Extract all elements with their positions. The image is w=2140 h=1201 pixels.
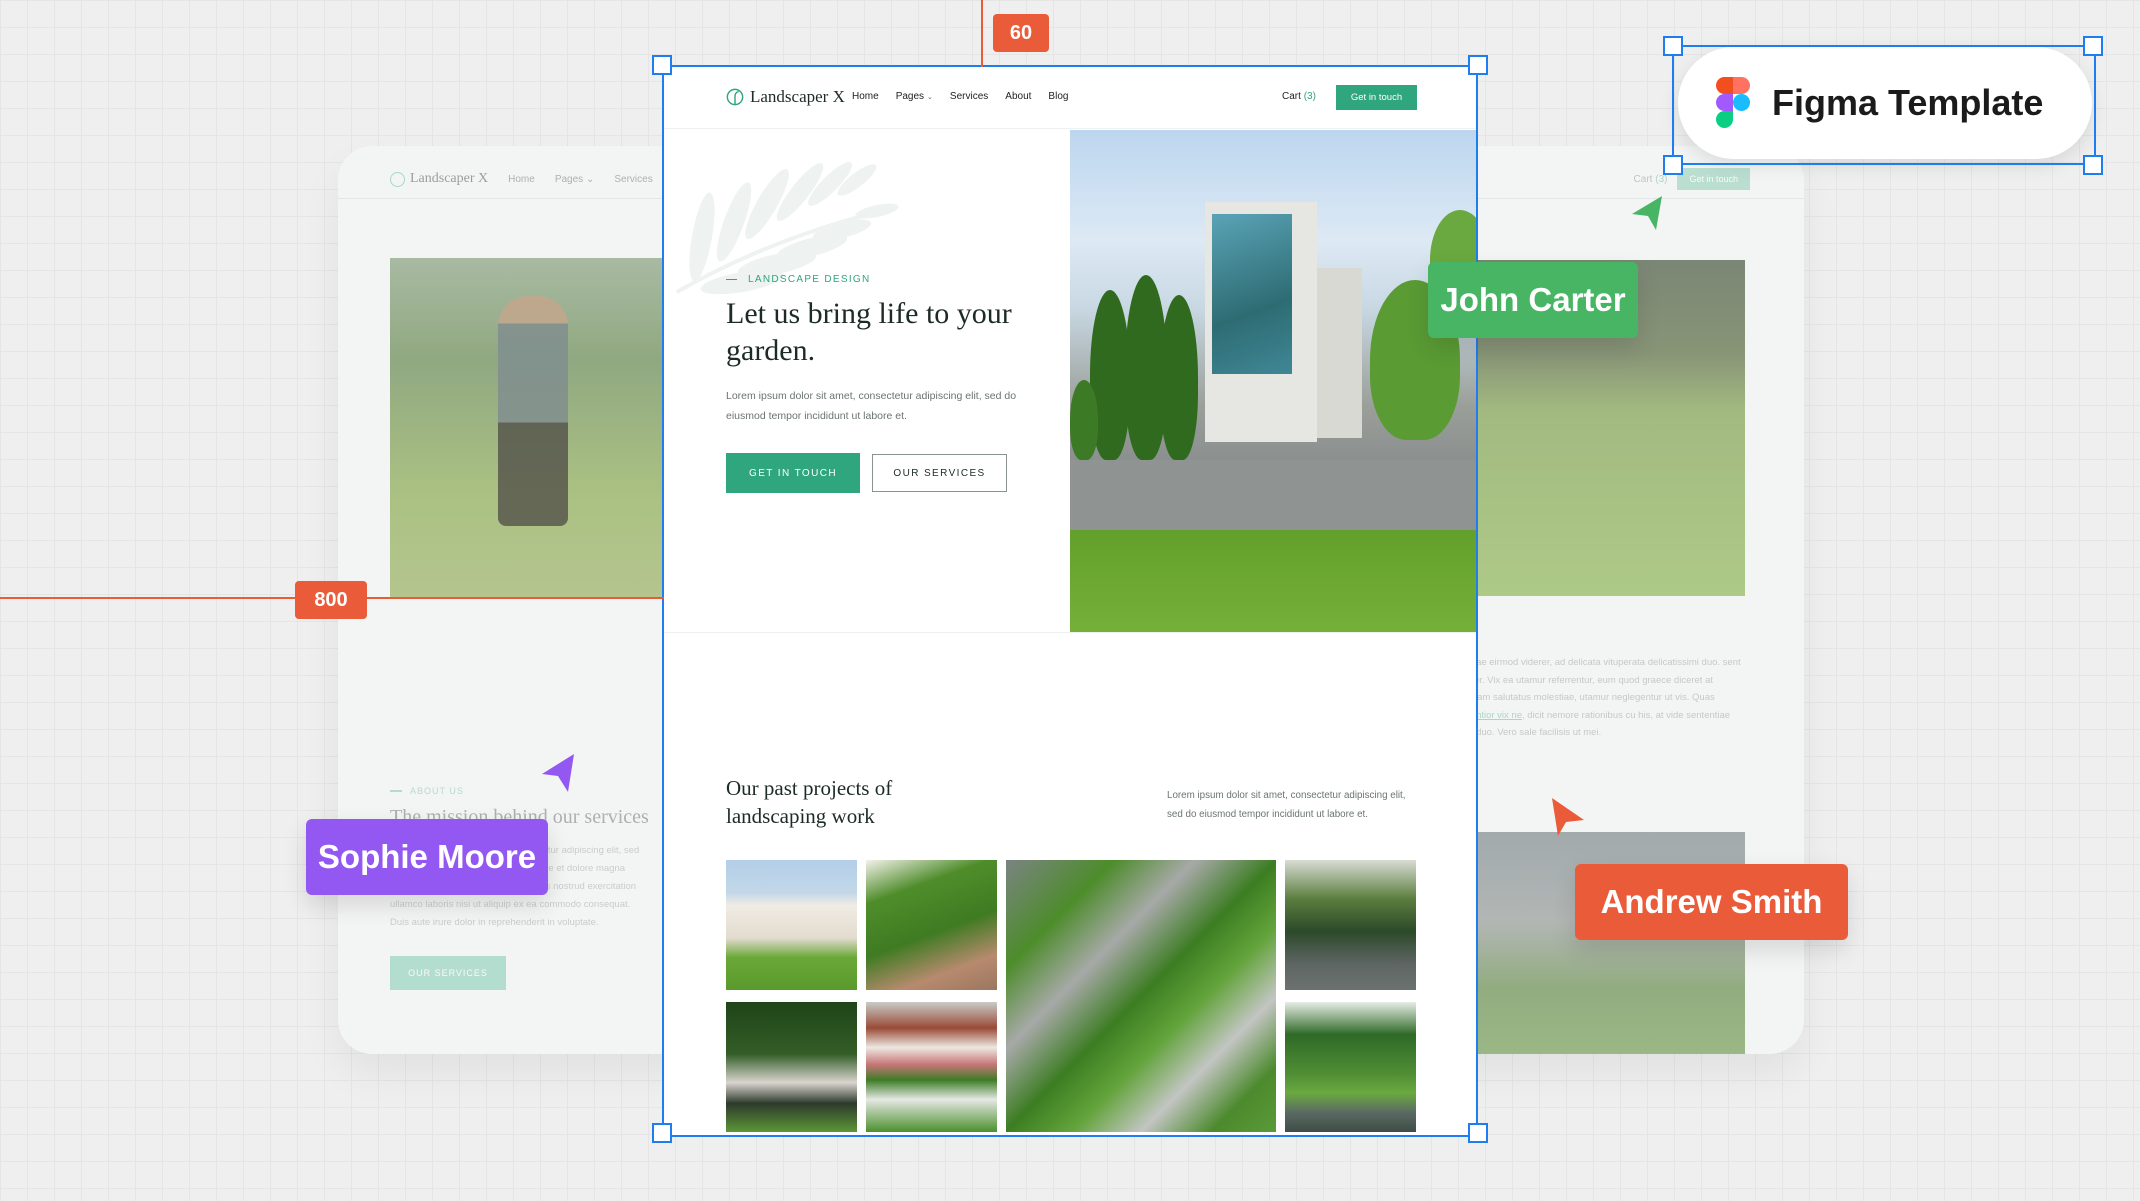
bg-nav-services: Services <box>614 173 653 185</box>
nav-pages[interactable]: Pages ⌄ <box>896 91 933 102</box>
leaf-logo-icon <box>390 171 405 187</box>
bg-right-text: causae eirmod viderer, ad delicata vitup… <box>1456 657 1741 738</box>
eyebrow-dash <box>726 278 737 281</box>
brand-name: Landscaper X <box>750 87 845 106</box>
bg-nav-home: Home <box>508 173 535 185</box>
badge-handle-bottom-left[interactable] <box>1663 155 1683 175</box>
badge-handle-bottom-right[interactable] <box>2083 155 2103 175</box>
nav-services[interactable]: Services <box>950 91 988 102</box>
get-in-touch-button[interactable]: GET IN TOUCH <box>726 453 860 493</box>
spacing-guide-vertical <box>981 0 983 67</box>
collaborator-tag-sophie-moore: Sophie Moore <box>306 819 548 895</box>
projects-description: Lorem ipsum dolor sit amet, consectetur … <box>1167 790 1406 820</box>
landing-page-frame[interactable]: Landscaper X Home Pages ⌄ Services About … <box>664 67 1476 1135</box>
photo-shrub <box>1070 380 1098 460</box>
hero-content <box>664 130 1070 632</box>
nav-blog[interactable]: Blog <box>1048 91 1068 102</box>
resize-handle-top-right[interactable] <box>1468 55 1488 75</box>
cart-count: (3) <box>1303 91 1316 102</box>
site-logo[interactable]: Landscaper X <box>726 87 845 107</box>
our-services-button[interactable]: OUR SERVICES <box>872 454 1007 492</box>
get-in-touch-nav-button[interactable]: Get in touch <box>1336 85 1417 110</box>
photo-road <box>1070 460 1476 540</box>
site-navbar: Landscaper X Home Pages ⌄ Services About … <box>664 67 1476 129</box>
hero-eyebrow: LANDSCAPE DESIGN <box>726 274 871 285</box>
bg-cart: Cart (3) <box>1633 173 1668 185</box>
hero-description: Lorem ipsum dolor sit amet, consectetur … <box>726 390 1017 422</box>
photo-cypress-tree <box>1160 295 1198 460</box>
bg-right-nav: Cart (3) Get in touch <box>1634 164 1750 194</box>
photo-glass-facade <box>1212 214 1292 374</box>
collaborator-tag-andrew-smith: Andrew Smith <box>1575 864 1848 940</box>
resize-handle-bottom-right[interactable] <box>1468 1123 1488 1143</box>
resize-handle-top-left[interactable] <box>652 55 672 75</box>
cart-link[interactable]: Cart (3) <box>1282 91 1316 102</box>
project-image-climbing-plants[interactable] <box>866 860 997 990</box>
badge-selection-box <box>1672 45 2096 165</box>
bg-logo: Landscaper X <box>390 171 488 187</box>
project-image-pond-park[interactable] <box>1285 1002 1416 1132</box>
bg-navbar: Landscaper X Home Pages ⌄ Services About <box>390 164 699 194</box>
collaborator-tag-john-carter: John Carter <box>1428 262 1638 338</box>
photo-lawn <box>1070 530 1476 632</box>
bg-our-services-button: OUR SERVICES <box>390 956 506 990</box>
project-image-cottage[interactable] <box>726 860 857 990</box>
bg-about-eyebrow: ABOUT US <box>390 786 650 796</box>
project-image-egg-chair[interactable] <box>726 1002 857 1132</box>
leaf-logo-icon <box>726 88 744 106</box>
bg-get-in-touch-button: Get in touch <box>1677 168 1750 190</box>
badge-handle-top-right[interactable] <box>2083 36 2103 56</box>
cursor-arrow-icon-sophie <box>542 754 574 792</box>
bg-brand-name: Landscaper X <box>410 171 489 186</box>
projects-title: Our past projects of landscaping work <box>726 776 893 828</box>
hero-title: Let us bring life to your garden. <box>726 297 1012 367</box>
gardener-figure <box>498 296 568 526</box>
section-divider <box>664 632 1476 633</box>
main-menu: Home Pages ⌄ Services About Blog <box>852 91 1068 102</box>
project-image-rooftop-gardens[interactable] <box>1006 860 1276 1132</box>
badge-handle-top-left[interactable] <box>1663 36 1683 56</box>
resize-handle-bottom-left[interactable] <box>652 1123 672 1143</box>
bg-nav-pages: Pages ⌄ <box>554 173 595 185</box>
chevron-down-icon: ⌄ <box>927 93 933 101</box>
cursor-arrow-icon-john <box>1632 196 1662 230</box>
photo-building-side <box>1317 268 1362 438</box>
project-image-formal-garden[interactable] <box>866 1002 997 1132</box>
spacing-label-left: 800 <box>295 581 367 619</box>
project-image-garden-cafe[interactable] <box>1285 860 1416 990</box>
cursor-arrow-icon-andrew <box>1552 798 1584 836</box>
hero-house-photo <box>1070 130 1476 632</box>
nav-about[interactable]: About <box>1005 91 1031 102</box>
spacing-label-top: 60 <box>993 14 1049 52</box>
nav-home[interactable]: Home <box>852 91 879 102</box>
